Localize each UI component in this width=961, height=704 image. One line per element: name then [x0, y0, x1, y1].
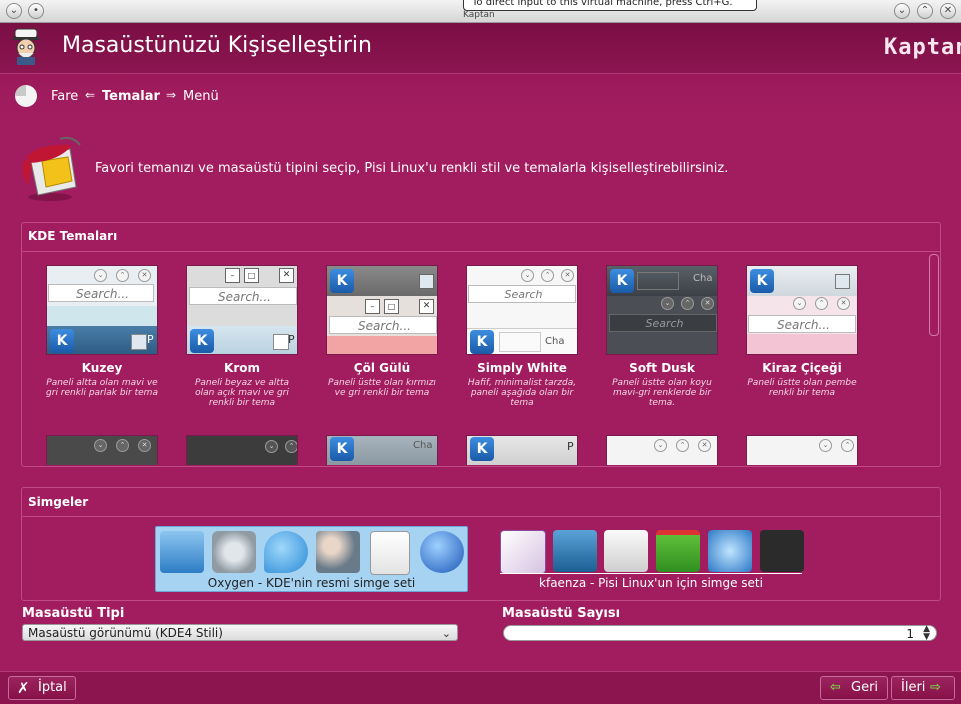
theme-thumbnail: K ⌄ ⌃ ✕ Search... — [746, 265, 858, 355]
window-menu-icon[interactable]: ⌄ — [6, 3, 22, 19]
page-title: Masaüstünüzü Kişiselleştirin — [62, 33, 372, 58]
breadcrumb-current: Temalar — [102, 89, 160, 104]
theme-description: Paneli üstte olan kırmızı ve gri renkli … — [328, 378, 436, 398]
themes-scrollbar[interactable] — [929, 254, 939, 336]
captain-mascot-icon — [13, 28, 39, 65]
footer: ✗ İptal ⇦ Geri İleri ⇨ — [0, 671, 961, 704]
theme-thumbnail[interactable]: K P — [466, 435, 578, 465]
breadcrumb-prev: Fare — [51, 89, 79, 104]
back-label: Geri — [851, 680, 879, 695]
vm-tooltip-title: Kaptan — [463, 10, 495, 20]
globe-icon — [420, 531, 464, 573]
chevron-down-icon: ⌄ — [441, 627, 451, 640]
iconset-label: kfaenza - Pisi Linux'un için simge seti — [539, 576, 763, 590]
theme-name: Krom — [224, 361, 260, 375]
theme-description: Paneli üstte olan pembe renkli bir tema — [747, 378, 857, 398]
theme-soft-dusk[interactable]: K Cha ⌄ ⌃ ✕ Search Soft Dusk Paneli üstt… — [606, 265, 718, 415]
document-icon — [370, 531, 410, 575]
theme-kiraz-cicegi[interactable]: K ⌄ ⌃ ✕ Search... Kiraz Çiçeği Paneli üs… — [746, 265, 858, 415]
kaptan-icon — [760, 530, 804, 572]
theme-name: Çöl Gülü — [353, 361, 411, 375]
desktop-type-value: Masaüstü görünümü (KDE4 Stili) — [28, 626, 223, 640]
arrow-left-icon: ⇐ — [85, 88, 96, 102]
themes-panel-title: KDE Temaları — [28, 229, 118, 243]
breadcrumb: Fare ⇐ Temalar ⇒ Menü — [0, 74, 961, 118]
theme-name: Simply White — [477, 361, 567, 375]
usb-drive-icon — [604, 530, 648, 572]
iconset-oxygen[interactable]: Oxygen - KDE'nin resmi simge seti — [155, 526, 468, 592]
close-button[interactable]: ✕ — [940, 3, 956, 19]
theme-thumbnail: K – □ ✕ Search... — [326, 265, 438, 355]
desktop-type-select[interactable]: Masaüstü görünümü (KDE4 Stili) ⌄ — [22, 624, 458, 641]
theme-description: Hafif, minimalist tarzda, paneli aşağıda… — [467, 378, 577, 408]
arrow-right-icon: ⇨ — [930, 680, 941, 695]
network-icon — [708, 530, 752, 572]
intro-text: Favori temanızı ve masaüstü tipini seçip… — [95, 161, 729, 176]
cancel-label: İptal — [38, 680, 67, 695]
header: Masaüstünüzü Kişiselleştirin Kaptan — [0, 23, 961, 74]
database-icon — [500, 530, 546, 574]
next-label: İleri — [901, 680, 926, 695]
theme-name: Kuzey — [81, 361, 123, 375]
cancel-button[interactable]: ✗ İptal — [8, 676, 76, 700]
desktop-type-label: Masaüstü Tipi — [22, 606, 125, 621]
folder-icon — [160, 531, 204, 573]
dolphin-icon — [553, 530, 597, 572]
theme-thumbnail: K Cha ⌄ ⌃ ✕ Search — [606, 265, 718, 355]
spin-arrows-icon[interactable]: ▲ ▼ — [923, 625, 930, 642]
paint-bucket-icon — [22, 136, 81, 201]
theme-thumbnail[interactable]: ⌄ ⌃ — [186, 435, 298, 465]
themes-list[interactable]: ⌄ ⌃ ✕ Search... K P Kuzey Paneli altta o… — [24, 252, 928, 465]
theme-description: Paneli altta olan mavi ve gri renkli par… — [46, 378, 158, 398]
users-icon — [316, 531, 360, 573]
battery-icon — [656, 530, 700, 572]
theme-thumbnail[interactable]: ⌄ ⌃ — [746, 435, 858, 465]
kaptan-logo: Kaptan — [884, 35, 961, 60]
chat-bubble-icon — [264, 531, 308, 573]
iconset-label: Oxygen - KDE'nin resmi simge seti — [207, 576, 416, 590]
theme-thumbnail: – □ ✕ Search... K P — [186, 265, 298, 355]
theme-col-gulu[interactable]: K – □ ✕ Search... Çöl Gülü Paneli üstte … — [326, 265, 438, 415]
minimize-button[interactable]: ⌄ — [894, 3, 910, 19]
arrow-left-icon: ⇦ — [830, 680, 841, 695]
next-button[interactable]: İleri ⇨ — [891, 676, 955, 700]
back-button[interactable]: ⇦ Geri — [820, 676, 888, 700]
arrow-right-icon: ⇒ — [166, 88, 177, 102]
theme-simply-white[interactable]: ⌄ ⌃ ✕ Search K Cha Simply White Hafif, m… — [466, 265, 578, 415]
vm-tooltip: To direct input to this virtual machine,… — [463, 0, 757, 11]
progress-pie-icon — [15, 85, 37, 107]
theme-description: Paneli üstte olan koyu mavi-gri renklerd… — [612, 378, 712, 408]
hard-disk-icon — [212, 531, 256, 573]
theme-thumbnail[interactable]: ⌄ ⌃ ✕ — [46, 435, 158, 465]
theme-krom[interactable]: – □ ✕ Search... K P Krom Paneli beyaz ve… — [186, 265, 298, 415]
theme-description: Paneli beyaz ve altta olan açık mavi ve … — [194, 378, 290, 408]
theme-thumbnail: ⌄ ⌃ ✕ Search... K P — [46, 265, 158, 355]
maximize-button[interactable]: ⌃ — [917, 3, 933, 19]
theme-thumbnail: ⌄ ⌃ ✕ Search K Cha — [466, 265, 578, 355]
breadcrumb-next: Menü — [183, 89, 219, 104]
theme-thumbnail[interactable]: ⌄ ⌃ ✕ — [606, 435, 718, 465]
theme-kuzey[interactable]: ⌄ ⌃ ✕ Search... K P Kuzey Paneli altta o… — [46, 265, 158, 415]
desktop-count-value: 1 — [906, 627, 914, 641]
theme-name: Soft Dusk — [629, 361, 695, 375]
theme-thumbnail[interactable]: K Cha — [326, 435, 438, 465]
window-pin-icon[interactable]: • — [28, 3, 44, 19]
iconset-kfaenza[interactable]: kfaenza - Pisi Linux'un için simge seti — [498, 526, 804, 590]
desktop-count-label: Masaüstü Sayısı — [502, 606, 621, 621]
desktop-count-spinbox[interactable]: 1 ▲ ▼ — [503, 625, 937, 642]
cancel-x-icon: ✗ — [17, 679, 30, 697]
icons-panel-title: Simgeler — [28, 495, 89, 509]
theme-name: Kiraz Çiçeği — [762, 361, 842, 375]
